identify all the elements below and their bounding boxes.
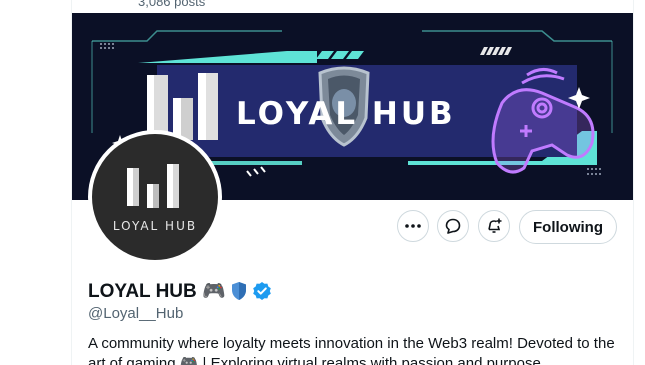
- more-button[interactable]: [397, 210, 429, 242]
- profile-handle: @Loyal__Hub: [88, 305, 184, 322]
- profile-bio: A community where loyalty meets innovati…: [88, 334, 618, 365]
- shield-icon: [231, 282, 246, 300]
- message-button[interactable]: [437, 210, 469, 242]
- message-bubble-icon: [445, 218, 461, 234]
- notify-button[interactable]: [478, 210, 510, 242]
- banner-title: LOYAL HUB: [236, 96, 456, 132]
- bio-line: art of gaming 🎮 | Exploring virtual real…: [88, 355, 545, 365]
- more-horizontal-icon: [405, 224, 421, 228]
- posts-count: 3,086 posts: [138, 0, 206, 9]
- profile-column: 3,086 posts LOYAL HUB LOYAL HUB Followin…: [71, 0, 634, 365]
- avatar-text: LOYAL HUB: [112, 219, 198, 233]
- bell-plus-icon: [488, 218, 502, 233]
- avatar[interactable]: LOYAL HUB: [88, 130, 222, 264]
- name-row: LOYAL HUB 🎮: [88, 280, 272, 302]
- display-name: LOYAL HUB 🎮: [88, 281, 226, 302]
- verified-badge-icon[interactable]: [252, 281, 272, 301]
- following-button[interactable]: Following: [519, 210, 617, 244]
- avatar-logo: [127, 164, 179, 208]
- bio-line: A community where loyalty meets innovati…: [88, 335, 615, 352]
